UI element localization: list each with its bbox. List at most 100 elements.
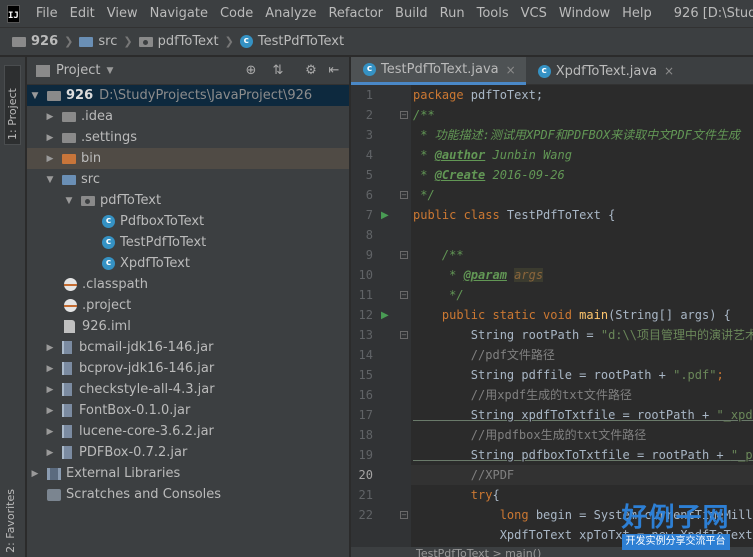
- tree-item-class[interactable]: c XpdfToText: [27, 253, 349, 274]
- fold-icon[interactable]: −: [400, 291, 408, 299]
- excluded-folder-icon: [62, 153, 76, 164]
- fold-icon[interactable]: −: [400, 511, 408, 519]
- tree-item-file[interactable]: .classpath: [27, 274, 349, 295]
- line-number: 7: [365, 208, 373, 222]
- eclipse-file-icon: [64, 299, 77, 312]
- tree-item-jar[interactable]: ▶ PDFBox-0.7.2.jar: [27, 442, 349, 463]
- run-main-icon[interactable]: ▶: [381, 310, 389, 321]
- chevron-down-icon[interactable]: ▼: [29, 91, 41, 101]
- locate-target-icon[interactable]: ⊕: [243, 63, 259, 79]
- tree-item-src[interactable]: ▼ src: [27, 169, 349, 190]
- menu-help[interactable]: Help: [616, 0, 658, 28]
- tree-item-label: .project: [82, 298, 132, 313]
- menu-code[interactable]: Code: [214, 0, 259, 28]
- line-number: 6: [365, 188, 373, 202]
- code-line: /**: [413, 248, 464, 262]
- breadcrumb-item-class[interactable]: c TestPdfToText: [239, 34, 344, 49]
- project-view-selector[interactable]: Project: [56, 63, 100, 78]
- watermark-logo: 好例子网 开发实例分享交流平台: [598, 503, 753, 551]
- fold-icon[interactable]: −: [400, 331, 408, 339]
- fold-icon[interactable]: −: [400, 111, 408, 119]
- tree-item-scratches[interactable]: Scratches and Consoles: [27, 484, 349, 505]
- chevron-down-icon[interactable]: ▼: [44, 175, 56, 185]
- menu-file[interactable]: File: [30, 0, 64, 28]
- tree-item-label: lucene-core-3.6.2.jar: [79, 424, 214, 439]
- tool-tab-favorites[interactable]: 2: Favorites: [4, 489, 17, 553]
- folder-icon: [62, 111, 76, 122]
- class-icon: c: [363, 63, 376, 76]
- menu-window[interactable]: Window: [553, 0, 616, 28]
- intellij-logo-icon: IJ: [7, 4, 20, 23]
- chevron-right-icon[interactable]: ▶: [44, 112, 56, 122]
- close-icon[interactable]: ×: [664, 64, 674, 78]
- chevron-right-icon[interactable]: ▶: [44, 133, 56, 143]
- tab-label: TestPdfToText.java: [381, 62, 499, 77]
- fold-icon[interactable]: −: [400, 251, 408, 259]
- menu-refactor[interactable]: Refactor: [322, 0, 389, 28]
- menu-tools[interactable]: Tools: [471, 0, 515, 28]
- class-icon: c: [102, 215, 115, 228]
- tree-item-settings[interactable]: ▶ .settings: [27, 127, 349, 148]
- menu-view[interactable]: View: [101, 0, 144, 28]
- project-tree: ▼ 926 D:\StudyProjects\JavaProject\926 ▶…: [27, 85, 349, 505]
- chevron-right-icon[interactable]: ▶: [44, 448, 56, 458]
- collapse-all-icon[interactable]: ⇅: [270, 63, 286, 79]
- breadcrumb-label: src: [98, 34, 118, 49]
- line-number: 2: [365, 108, 373, 122]
- menu-run[interactable]: Run: [434, 0, 471, 28]
- tree-item-class[interactable]: c PdfboxToText: [27, 211, 349, 232]
- tree-item-file[interactable]: 926.iml: [27, 316, 349, 337]
- tree-item-jar[interactable]: ▶ lucene-core-3.6.2.jar: [27, 421, 349, 442]
- breadcrumb-item-926[interactable]: 926: [12, 34, 58, 49]
- watermark-title: 好例子网: [621, 503, 730, 533]
- tree-item-class[interactable]: c TestPdfToText: [27, 232, 349, 253]
- tree-item-label: TestPdfToText: [120, 235, 207, 250]
- chevron-right-icon[interactable]: ▶: [44, 406, 56, 416]
- jar-icon: [62, 446, 72, 459]
- chevron-right-icon: ❯: [123, 35, 133, 48]
- chevron-right-icon[interactable]: ▶: [44, 154, 56, 164]
- menu-edit[interactable]: Edit: [64, 0, 101, 28]
- line-number: 18: [358, 428, 373, 442]
- tree-item-package[interactable]: ▼ pdfToText: [27, 190, 349, 211]
- close-icon[interactable]: ×: [506, 63, 516, 77]
- tree-item-idea[interactable]: ▶ .idea: [27, 106, 349, 127]
- chevron-right-icon[interactable]: ▶: [44, 385, 56, 395]
- source-folder-icon: [79, 36, 94, 47]
- tree-item-jar[interactable]: ▶ FontBox-0.1.0.jar: [27, 400, 349, 421]
- line-number: 5: [365, 168, 373, 182]
- line-number: 14: [358, 348, 373, 362]
- code-area[interactable]: package pdfToText; /** * 功能描述:测试用XPDF和PD…: [411, 85, 753, 557]
- tree-item-bin[interactable]: ▶ bin: [27, 148, 349, 169]
- menu-navigate[interactable]: Navigate: [144, 0, 214, 28]
- hide-panel-icon[interactable]: ⇤: [326, 63, 342, 79]
- run-class-icon[interactable]: ▶: [381, 210, 389, 221]
- code-line: //pdf文件路径: [413, 348, 555, 362]
- breadcrumb-item-package[interactable]: pdfToText: [138, 34, 219, 49]
- breadcrumb-item-src[interactable]: src: [79, 34, 117, 49]
- chevron-down-icon[interactable]: ▼: [63, 196, 75, 206]
- chevron-right-icon[interactable]: ▶: [44, 343, 56, 353]
- menu-analyze[interactable]: Analyze: [259, 0, 322, 28]
- tool-tab-project[interactable]: 1: Project: [4, 65, 21, 145]
- chevron-right-icon[interactable]: ▶: [44, 427, 56, 437]
- tree-item-root[interactable]: ▼ 926 D:\StudyProjects\JavaProject\926: [27, 85, 349, 106]
- tree-item-jar[interactable]: ▶ bcmail-jdk16-146.jar: [27, 337, 349, 358]
- tree-item-label: 926: [66, 88, 94, 103]
- tree-item-jar[interactable]: ▶ checkstyle-all-4.3.jar: [27, 379, 349, 400]
- tree-item-label: .settings: [81, 130, 137, 145]
- menu-build[interactable]: Build: [389, 0, 434, 28]
- class-icon: c: [102, 257, 115, 270]
- chevron-right-icon[interactable]: ▶: [44, 364, 56, 374]
- tab-xpdftotext[interactable]: c XpdfToText.java ×: [526, 57, 684, 85]
- chevron-right-icon[interactable]: ▶: [29, 469, 41, 479]
- menu-vcs[interactable]: VCS: [515, 0, 553, 28]
- package-icon: [138, 36, 153, 47]
- tree-item-file[interactable]: .project: [27, 295, 349, 316]
- tab-testpdftotext[interactable]: c TestPdfToText.java ×: [351, 57, 526, 85]
- tree-item-external-libraries[interactable]: ▶ External Libraries: [27, 463, 349, 484]
- tree-item-jar[interactable]: ▶ bcprov-jdk16-146.jar: [27, 358, 349, 379]
- gear-icon[interactable]: ⚙: [303, 63, 319, 79]
- chevron-down-icon[interactable]: ▼: [106, 66, 113, 76]
- fold-icon[interactable]: −: [400, 191, 408, 199]
